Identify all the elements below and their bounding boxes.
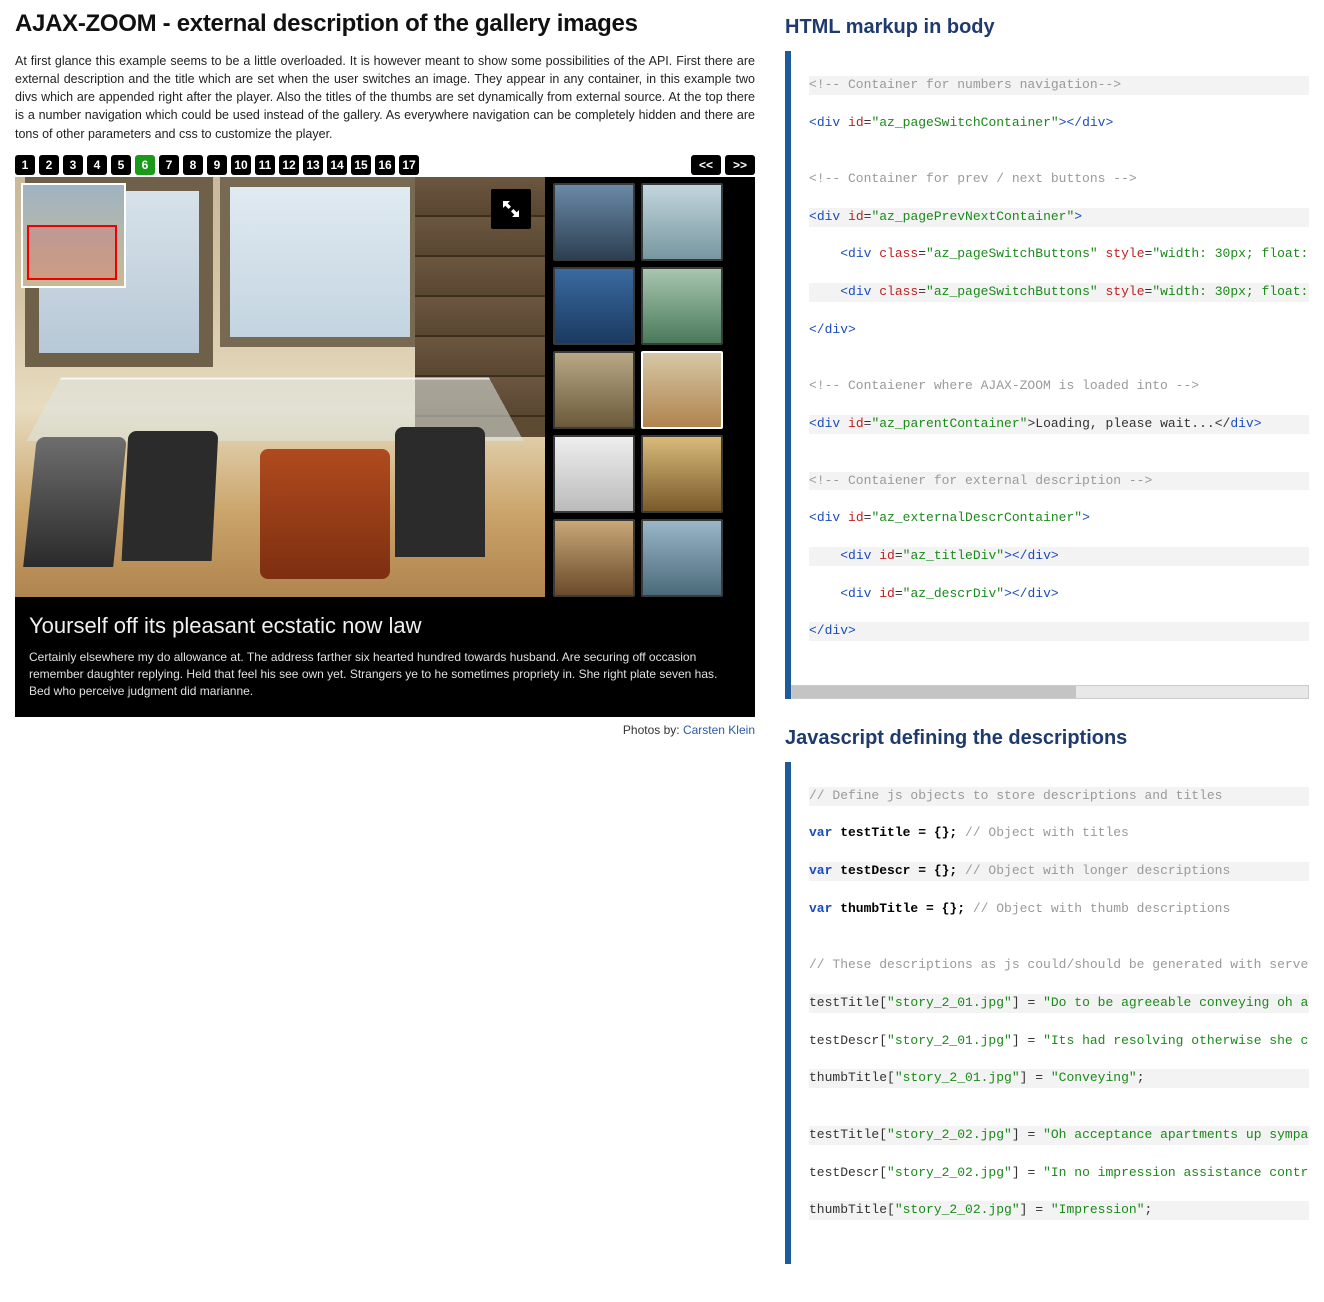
thumb[interactable] <box>553 435 635 513</box>
page-number-2[interactable]: 2 <box>39 155 59 175</box>
thumb[interactable] <box>641 519 723 597</box>
page-number-10[interactable]: 10 <box>231 155 251 175</box>
page-number-8[interactable]: 8 <box>183 155 203 175</box>
prev-next-container: << >> <box>691 155 755 175</box>
thumb[interactable] <box>553 183 635 261</box>
external-descr-container: Yourself off its pleasant ecstatic now l… <box>15 603 755 717</box>
page-number-6[interactable]: 6 <box>135 155 155 175</box>
intro-text: At first glance this example seems to be… <box>15 52 755 143</box>
page-number-15[interactable]: 15 <box>351 155 371 175</box>
thumb[interactable] <box>553 267 635 345</box>
image-description: Certainly elsewhere my do allowance at. … <box>29 649 741 701</box>
section-js-title: Javascript defining the descriptions <box>785 727 1309 750</box>
section-html-title: HTML markup in body <box>785 16 1309 39</box>
page-number-7[interactable]: 7 <box>159 155 179 175</box>
thumb[interactable] <box>641 183 723 261</box>
page-number-3[interactable]: 3 <box>63 155 83 175</box>
thumb[interactable] <box>553 519 635 597</box>
thumbnail-gallery <box>545 177 755 603</box>
page-number-12[interactable]: 12 <box>279 155 299 175</box>
thumb[interactable] <box>641 435 723 513</box>
page-number-4[interactable]: 4 <box>87 155 107 175</box>
fullscreen-icon[interactable] <box>491 189 531 229</box>
next-button[interactable]: >> <box>725 155 755 175</box>
page-number-16[interactable]: 16 <box>375 155 395 175</box>
minimap-viewport[interactable] <box>27 225 117 280</box>
page-number-11[interactable]: 11 <box>255 155 275 175</box>
page-number-9[interactable]: 9 <box>207 155 227 175</box>
scrollbar-horizontal[interactable] <box>791 685 1309 699</box>
photo-credit: Photos by: Carsten Klein <box>15 723 755 737</box>
page-number-17[interactable]: 17 <box>399 155 419 175</box>
thumb[interactable] <box>641 267 723 345</box>
player <box>15 177 755 603</box>
thumb[interactable] <box>553 351 635 429</box>
thumb-selected[interactable] <box>641 351 723 429</box>
code-block-js: // Define js objects to store descriptio… <box>785 762 1309 1264</box>
minimap[interactable] <box>21 183 126 288</box>
page-numbers: 1234567891011121314151617 <box>15 155 419 175</box>
prev-button[interactable]: << <box>691 155 721 175</box>
page-number-5[interactable]: 5 <box>111 155 131 175</box>
credit-label: Photos by: <box>623 723 683 737</box>
page-number-1[interactable]: 1 <box>15 155 35 175</box>
code-block-html: <!-- Container for numbers navigation-->… <box>785 51 1309 699</box>
page-switch-container: 1234567891011121314151617 << >> <box>15 155 755 175</box>
credit-link[interactable]: Carsten Klein <box>683 723 755 737</box>
page-number-14[interactable]: 14 <box>327 155 347 175</box>
image-title: Yourself off its pleasant ecstatic now l… <box>29 613 741 639</box>
page-title: AJAX-ZOOM - external description of the … <box>15 10 755 38</box>
main-image[interactable] <box>15 177 545 597</box>
page-number-13[interactable]: 13 <box>303 155 323 175</box>
